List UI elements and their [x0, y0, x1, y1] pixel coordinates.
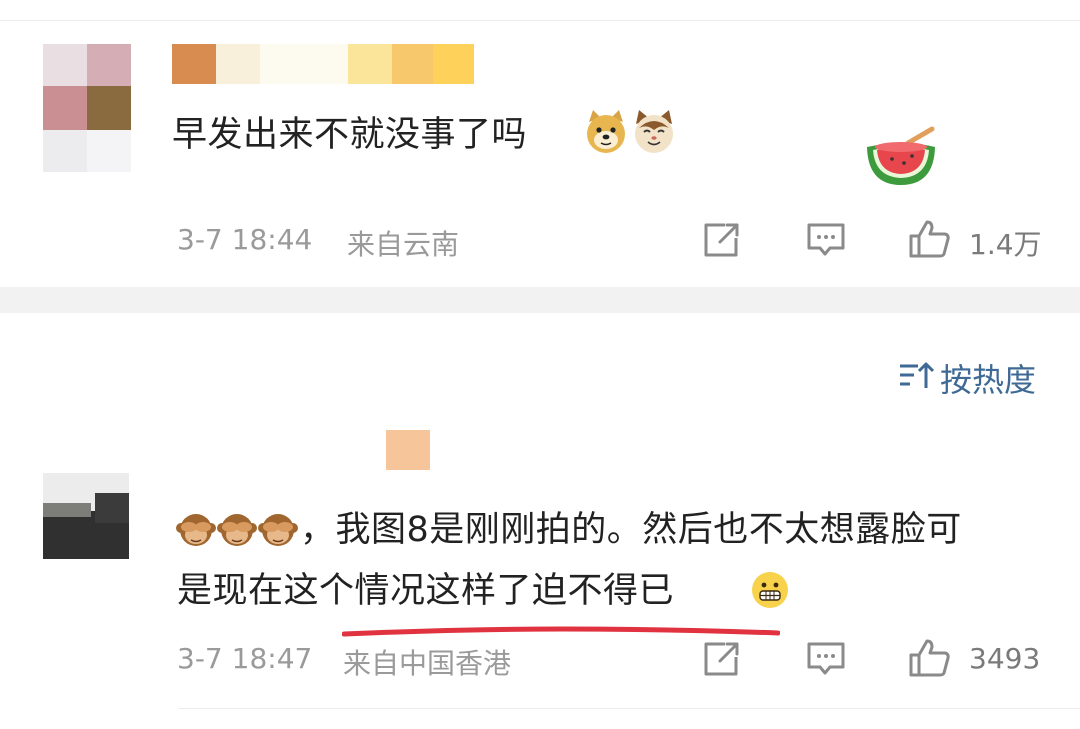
see-no-evil-monkey-emoji [258, 510, 298, 550]
bottom-divider [178, 708, 1080, 709]
comment-location: 来自云南 [347, 228, 460, 261]
section-separator [0, 287, 1080, 313]
share-icon[interactable] [703, 641, 741, 677]
red-underline-annotation [341, 622, 781, 637]
doge-emoji [583, 108, 629, 154]
like-count: 1.4万 [969, 228, 1042, 261]
top-divider [0, 20, 1080, 21]
grimacing-emoji [749, 569, 791, 611]
watermelon-sticker [864, 125, 938, 187]
comment-location: 来自中国香港 [343, 647, 512, 680]
comment-date: 3-7 18:44 [177, 223, 313, 256]
cat-emoji [631, 108, 677, 154]
thumbs-up-icon[interactable] [908, 219, 952, 259]
avatar[interactable] [43, 473, 129, 559]
see-no-evil-monkey-emoji [176, 510, 216, 550]
username-blurred[interactable] [172, 44, 474, 84]
avatar[interactable] [43, 44, 131, 172]
thumbs-up-icon[interactable] [908, 638, 952, 678]
see-no-evil-monkey-emoji [217, 510, 257, 550]
sort-by-heat-button[interactable]: 按热度 [940, 355, 1036, 401]
comment-text-line-1: ，我图8是刚刚拍的。然后也不太想露脸可 [300, 510, 962, 550]
sort-icon[interactable] [898, 360, 934, 390]
comment-icon[interactable] [806, 222, 846, 258]
share-icon[interactable] [703, 222, 741, 258]
comment-text: 早发出来不就没事了吗 [172, 115, 528, 155]
comment-icon[interactable] [806, 641, 846, 677]
comment-text-line-2: 是现在这个情况这样了迫不得已 [177, 571, 675, 611]
comment-date: 3-7 18:47 [177, 642, 313, 675]
username-blurred[interactable] [386, 430, 430, 470]
like-count: 3493 [969, 642, 1041, 675]
